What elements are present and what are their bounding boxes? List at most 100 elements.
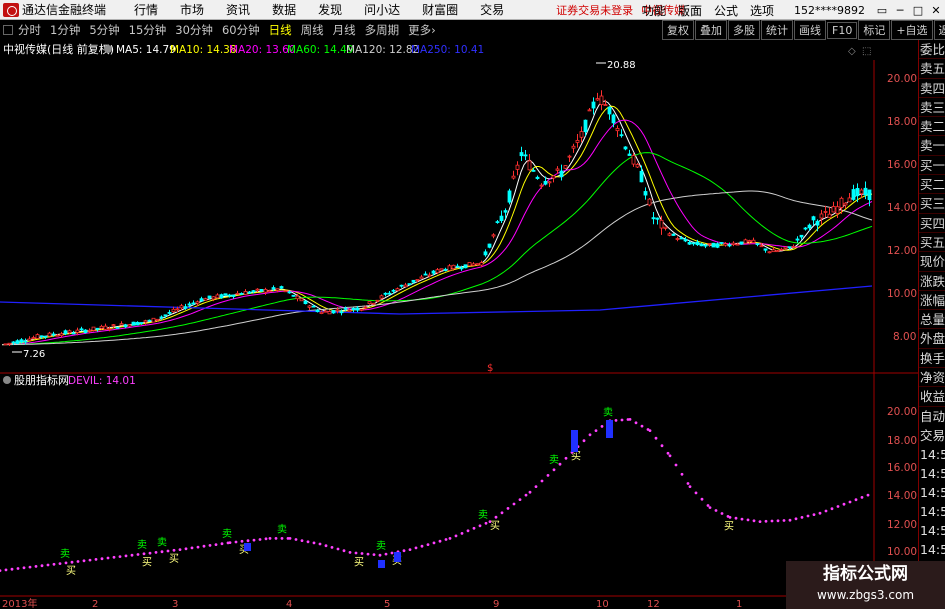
candle-body[interactable] [503,210,508,213]
candle-body[interactable] [359,308,364,311]
side-item[interactable]: 涨跌 [919,272,945,291]
candle-body[interactable] [355,307,360,311]
candle-body[interactable] [223,293,228,296]
candle-body[interactable] [71,332,76,335]
candle-body[interactable] [867,189,872,201]
candle-body[interactable] [763,248,768,251]
candle-body[interactable] [375,299,380,302]
period-weekly[interactable]: 周线 [301,22,324,38]
candle-body[interactable] [155,318,160,321]
candle-body[interactable] [831,206,836,213]
candle-body[interactable] [323,310,328,313]
candle-body[interactable] [379,295,384,299]
menu-ask[interactable]: 问小达 [364,1,400,18]
candle-body[interactable] [715,243,720,248]
candle-body[interactable] [795,238,800,241]
candle-body[interactable] [591,101,596,109]
menu-trade[interactable]: 交易 [480,1,504,18]
candle-body[interactable] [863,187,868,196]
candle-body[interactable] [627,153,632,156]
candle-body[interactable] [303,300,308,305]
candle-body[interactable] [23,340,28,343]
candle-body[interactable] [139,322,144,324]
tool-mark[interactable]: 标记 [858,20,891,40]
side-item[interactable]: 总量 [919,310,945,330]
candle-body[interactable] [507,190,512,203]
candle-body[interactable] [383,292,388,295]
user-account[interactable]: 152****9892 [794,4,865,17]
candle-body[interactable] [127,324,132,327]
menu-function[interactable]: 功能 [642,2,666,19]
tool-draw[interactable]: 画线 [794,20,826,40]
side-item[interactable]: 买三 [919,194,945,214]
candle-body[interactable] [39,335,44,338]
candle-body[interactable] [819,213,824,219]
candle-body[interactable] [15,340,20,344]
tool-f10[interactable]: F10 [827,21,858,39]
menu-wealth-circle[interactable]: 财富圈 [422,1,458,18]
candle-body[interactable] [495,221,500,223]
candle-body[interactable] [703,244,708,247]
candle-body[interactable] [687,241,692,245]
kline-chart[interactable]: 中视传媒(日线 前复权) MA5: 14.79 MA10: 14.38 MA20… [0,40,918,609]
auto-trade-sub[interactable]: 交易 [919,426,945,445]
menu-quotes[interactable]: 行情 [134,1,158,18]
candle-body[interactable] [215,294,220,299]
candle-body[interactable] [535,176,540,179]
candle-body[interactable] [343,307,348,310]
candle-body[interactable] [527,160,532,171]
candle-body[interactable] [679,237,684,240]
candle-body[interactable] [539,184,544,187]
candle-body[interactable] [623,146,628,150]
candle-body[interactable] [211,296,216,300]
candle-body[interactable] [199,298,204,302]
side-item[interactable]: 委比 [919,40,945,60]
candle-body[interactable] [51,333,56,336]
menu-layout[interactable]: 版面 [678,2,702,19]
candle-body[interactable] [411,279,416,283]
candle-body[interactable] [99,325,104,329]
candle-body[interactable] [7,342,12,345]
candle-body[interactable] [443,268,448,272]
candle-body[interactable] [295,295,300,300]
candle-body[interactable] [283,290,288,293]
candle-body[interactable] [611,114,616,124]
candle-body[interactable] [579,131,584,138]
candle-body[interactable] [483,251,488,256]
candle-body[interactable] [827,213,832,218]
side-item[interactable]: 换手 [919,349,945,369]
candle-body[interactable] [675,238,680,240]
candle-body[interactable] [59,333,64,336]
candle-body[interactable] [771,249,776,253]
candle-body[interactable] [391,289,396,292]
candle-body[interactable] [759,245,764,248]
login-notice[interactable]: 证券交易未登录 [556,2,633,18]
candle-body[interactable] [791,246,796,248]
candle-body[interactable] [711,242,716,248]
candle-body[interactable] [299,298,304,302]
side-item[interactable]: 买二 [919,175,945,195]
candle-body[interactable] [643,191,648,196]
candle-body[interactable] [259,289,264,292]
candle-body[interactable] [147,319,152,322]
candle-body[interactable] [387,292,392,295]
candle-body[interactable] [91,326,96,331]
tool-adjust[interactable]: 复权 [662,20,694,40]
candle-body[interactable] [751,239,756,243]
candle-body[interactable] [339,311,344,314]
candle-body[interactable] [543,180,548,185]
side-item[interactable]: 卖二 [919,117,945,137]
candle-body[interactable] [799,234,804,238]
candle-body[interactable] [639,170,644,183]
candle-body[interactable] [599,95,604,106]
side-item[interactable]: 外盘 [919,329,945,349]
candle-body[interactable] [619,134,624,137]
candle-body[interactable] [239,293,244,295]
candle-body[interactable] [823,211,828,213]
candle-body[interactable] [363,306,368,309]
candle-body[interactable] [531,169,536,172]
tool-multi-stock[interactable]: 多股 [728,20,760,40]
candle-body[interactable] [335,309,340,312]
candle-body[interactable] [31,337,36,339]
indicator-dropdown-icon[interactable] [3,376,11,384]
